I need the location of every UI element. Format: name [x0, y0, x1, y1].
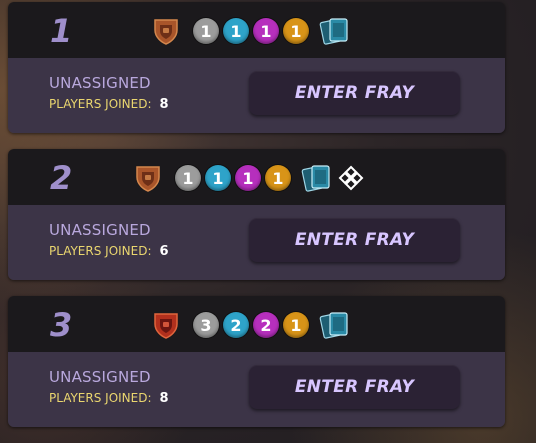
- enter-fray-button[interactable]: ENTER FRAY: [249, 71, 460, 115]
- epic-rarity-badge: 2: [253, 312, 279, 338]
- players-joined-label: PLAYERS JOINED:: [49, 97, 152, 111]
- fray-ruleset-icons: 3 2 2 1: [151, 309, 351, 341]
- fray-ruleset-icons: 1 1 1 1: [133, 162, 365, 194]
- players-joined: PLAYERS JOINED: 8: [49, 97, 169, 112]
- fray-card-body: UNASSIGNED PLAYERS JOINED: 6 ENTER FRAY: [8, 205, 505, 280]
- fray-number: 2: [50, 159, 73, 197]
- fray-ruleset-icons: 1 1 1 1: [151, 15, 351, 47]
- fray-card: 1 1 1 1 1 UNASSIGNED PLAYERS JOINED: 8 EN…: [8, 2, 505, 133]
- players-joined-count: 8: [159, 391, 169, 406]
- fray-number: 1: [50, 12, 73, 50]
- diamond-cross-icon: [338, 165, 364, 191]
- players-joined-count: 8: [159, 97, 169, 112]
- fray-card-body: UNASSIGNED PLAYERS JOINED: 8 ENTER FRAY: [8, 58, 505, 133]
- players-joined: PLAYERS JOINED: 6: [49, 244, 169, 259]
- epic-rarity-badge: 1: [253, 18, 279, 44]
- enter-fray-button[interactable]: ENTER FRAY: [249, 218, 460, 262]
- fray-card: 3 3 2 2 1 UNASSIGNED PLAYERS JOINED: 8 EN…: [8, 296, 505, 427]
- fray-card-header: 2 1 1 1 1: [8, 149, 505, 205]
- players-joined: PLAYERS JOINED: 8: [49, 391, 169, 406]
- fray-status: UNASSIGNED: [49, 74, 151, 92]
- common-rarity-badge: 1: [193, 18, 219, 44]
- fray-card-header: 1 1 1 1 1: [8, 2, 505, 58]
- fray-status: UNASSIGNED: [49, 368, 151, 386]
- rare-rarity-badge: 1: [205, 165, 231, 191]
- enter-fray-button[interactable]: ENTER FRAY: [249, 365, 460, 409]
- legendary-rarity-badge: 1: [283, 18, 309, 44]
- players-joined-label: PLAYERS JOINED:: [49, 391, 152, 405]
- card-deck-icon: [319, 312, 348, 339]
- common-rarity-badge: 1: [175, 165, 201, 191]
- players-joined-count: 6: [159, 244, 169, 259]
- rare-rarity-badge: 2: [223, 312, 249, 338]
- common-rarity-badge: 3: [193, 312, 219, 338]
- fray-card-body: UNASSIGNED PLAYERS JOINED: 8 ENTER FRAY: [8, 352, 505, 427]
- bronze-shield-icon: [136, 166, 160, 192]
- epic-rarity-badge: 1: [235, 165, 261, 191]
- rare-rarity-badge: 1: [223, 18, 249, 44]
- fray-status: UNASSIGNED: [49, 221, 151, 239]
- fray-card: 2 1 1 1 1 UNASSIGNED PLAYERS JOINED: 6 E…: [8, 149, 505, 280]
- card-deck-icon: [301, 165, 330, 192]
- red-shield-icon: [154, 313, 178, 339]
- players-joined-label: PLAYERS JOINED:: [49, 244, 152, 258]
- bronze-shield-icon: [154, 19, 178, 45]
- card-deck-icon: [319, 18, 348, 45]
- fray-number: 3: [50, 306, 73, 344]
- fray-card-header: 3 3 2 2 1: [8, 296, 505, 352]
- legendary-rarity-badge: 1: [283, 312, 309, 338]
- legendary-rarity-badge: 1: [265, 165, 291, 191]
